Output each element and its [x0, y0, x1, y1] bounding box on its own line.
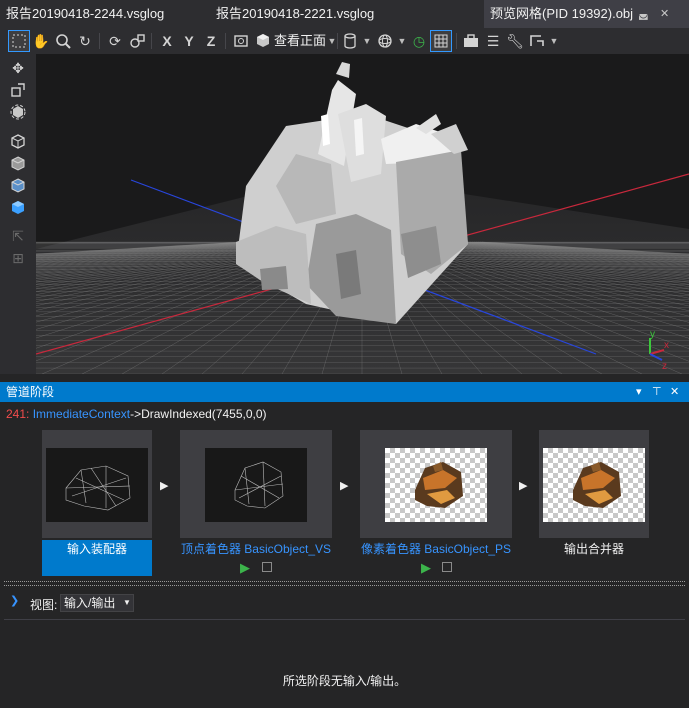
tab-preview-mesh[interactable]: 预览网格(PID 19392).obj ◛ ✕ [484, 0, 689, 28]
splitter-line[interactable] [4, 585, 685, 588]
gizmo-y-label: y [650, 329, 655, 340]
stage-pixel-shader[interactable] [360, 430, 512, 538]
view-label: 视图: [30, 598, 58, 612]
model-viewer-toolbar: ✋ ↻ ⟳ X Y Z 查看正面 ▼ ▼ ▼ ◷ ☰ 🔧︎ ▼ [0, 28, 689, 54]
play-icon[interactable]: ▶ [421, 560, 431, 576]
viewport-scene: y x z [36, 62, 689, 374]
dropdown-icon: ▼ [123, 598, 131, 607]
toolbar-separator [99, 33, 100, 49]
export-icon[interactable]: ⇱ [8, 226, 28, 246]
sphere-icon[interactable] [375, 31, 395, 51]
stage-arrow-icon: ▶ [519, 480, 528, 492]
stage-output-merger[interactable] [539, 430, 649, 538]
dropdown-icon[interactable]: ▼ [362, 31, 372, 51]
stage-label-vertex-shader[interactable]: 顶点着色器 BasicObject_VS [178, 540, 334, 576]
select-rect-icon[interactable] [8, 30, 30, 52]
input-assembler-thumbnail [46, 448, 148, 522]
output-merger-thumbnail [543, 448, 645, 522]
draw-call-bar: 241: ImmediateContext->DrawIndexed(7455,… [0, 403, 689, 425]
pipeline-panel-header: 管道阶段 ▾ ⊤ ✕ [0, 382, 689, 402]
tab-report-2221[interactable]: 报告20190418-2221.vsglog [216, 0, 374, 28]
play-icon[interactable]: ▶ [240, 560, 250, 576]
stage-label-input-assembler[interactable]: 输入装配器 [42, 540, 152, 576]
view-front-dropdown[interactable]: 查看正面 [274, 31, 326, 51]
move-icon[interactable]: ✥ [8, 58, 28, 78]
draw-call-name: ->DrawIndexed(7455,0,0) [130, 407, 267, 421]
splitter-line[interactable] [4, 581, 685, 584]
shaded-cube-icon[interactable] [8, 176, 28, 196]
call-index: 241: [6, 407, 30, 421]
z-axis-icon[interactable]: Z [201, 31, 221, 51]
stage-label-pixel-shader[interactable]: 像素着色器 BasicObject_PS [358, 540, 514, 576]
stage-arrow-icon: ▶ [340, 480, 349, 492]
panel-title: 管道阶段 [6, 385, 55, 399]
vertex-shader-thumbnail [205, 448, 307, 522]
wire-cube-icon[interactable] [8, 132, 28, 152]
document-tab-bar: 报告20190418-2244.vsglog 报告20190418-2221.v… [0, 0, 689, 28]
cube-icon[interactable] [253, 31, 273, 51]
toolbar-separator [225, 33, 226, 49]
shape-icon[interactable] [527, 31, 547, 51]
io-view-row: ❯ 视图: 输入/输出 ▼ [0, 590, 689, 616]
pixel-shader-thumbnail [385, 448, 487, 522]
solid-cube-icon[interactable] [8, 154, 28, 174]
dropdown-icon[interactable]: ▼ [397, 31, 407, 51]
toolbar-separator [151, 33, 152, 49]
rotate-object-icon[interactable] [8, 102, 28, 122]
3d-viewport[interactable]: y x z [36, 54, 689, 374]
io-view-select[interactable]: 输入/输出 ▼ [60, 594, 134, 612]
dropdown-icon[interactable]: ▼ [549, 31, 559, 51]
toolbar-separator [456, 33, 457, 49]
close-icon[interactable]: ✕ [670, 382, 679, 402]
chevron-down-icon[interactable]: ▾ [636, 382, 642, 402]
dropdown-icon[interactable]: ▼ [327, 31, 337, 51]
toolbar-separator [337, 33, 338, 49]
stop-icon[interactable] [262, 562, 272, 572]
history-icon[interactable]: ◷ [409, 31, 429, 51]
pin-icon[interactable]: ◛ [638, 0, 649, 28]
io-view-select-value: 输入/输出 [64, 596, 116, 610]
frame-icon[interactable] [231, 31, 251, 51]
empty-io-message: 所选阶段无输入/输出。 [282, 674, 407, 688]
fly-icon[interactable] [127, 31, 147, 51]
orbit-icon[interactable]: ⟳ [105, 31, 125, 51]
cylinder-icon[interactable] [340, 31, 360, 51]
context-link[interactable]: ImmediateContext [33, 407, 130, 421]
tab-preview-mesh-label: 预览网格(PID 19392).obj [490, 6, 634, 21]
close-icon[interactable]: ✕ [660, 0, 669, 28]
gizmo-z-label: z [662, 361, 667, 372]
textured-cube-icon[interactable] [8, 198, 28, 218]
stage-vertex-shader[interactable] [180, 430, 332, 538]
x-axis-icon[interactable]: X [157, 31, 177, 51]
tab-report-2244[interactable]: 报告20190418-2244.vsglog [6, 0, 164, 28]
stage-arrow-icon: ▶ [160, 480, 169, 492]
io-view-separator [4, 619, 685, 620]
zoom-icon[interactable] [53, 31, 73, 51]
layout-icon[interactable]: ⊞ [8, 248, 28, 268]
draw-call-text: 241: ImmediateContext->DrawIndexed(7455,… [6, 407, 267, 421]
y-axis-icon[interactable]: Y [179, 31, 199, 51]
pin-icon[interactable]: ⊤ [652, 382, 662, 402]
scale-icon[interactable] [8, 80, 28, 100]
stage-input-assembler[interactable] [42, 430, 152, 538]
stage-label-output-merger[interactable]: 输出合并器 [539, 540, 649, 576]
wrench-icon[interactable]: 🔧︎ [505, 31, 525, 51]
grid-icon[interactable] [430, 30, 452, 52]
rotate-icon[interactable]: ↻ [75, 31, 95, 51]
collapse-chevron-icon[interactable]: ❯ [10, 594, 19, 607]
stop-icon[interactable] [442, 562, 452, 572]
transform-toolbar: ✥ ⇱ ⊞ [0, 54, 36, 374]
gizmo-x-label: x [664, 340, 669, 351]
pan-hand-icon[interactable]: ✋ [31, 31, 51, 51]
list-icon[interactable]: ☰ [483, 31, 503, 51]
toolbox-icon[interactable] [461, 31, 481, 51]
